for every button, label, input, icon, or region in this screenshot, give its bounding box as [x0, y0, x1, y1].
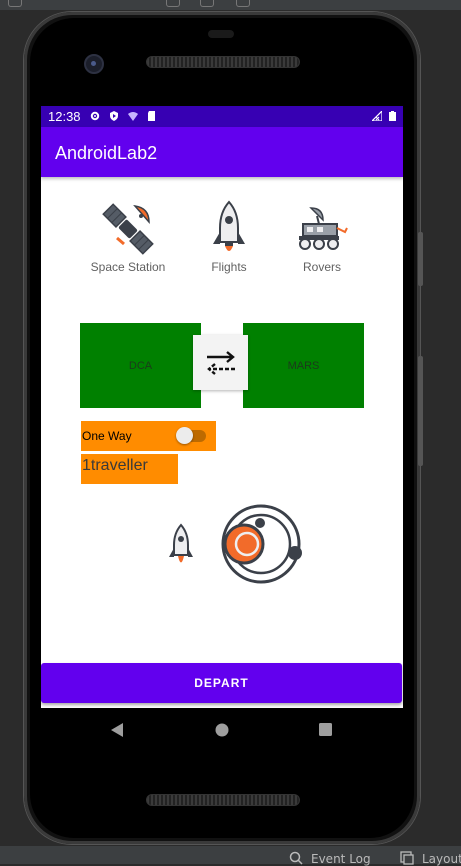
- origin-box[interactable]: DCA: [80, 323, 201, 408]
- category-label: Rovers: [302, 260, 341, 274]
- ide-toolbar-icon[interactable]: [8, 0, 22, 7]
- origin-code: DCA: [128, 359, 153, 372]
- shield-icon: [110, 111, 118, 121]
- switch-thumb: [176, 427, 193, 444]
- ide-toolbar-icon[interactable]: [166, 0, 180, 7]
- signal-icon: [372, 111, 382, 121]
- destination-box[interactable]: MARS: [243, 323, 364, 408]
- planet-orbit-icon: [221, 504, 302, 584]
- rocket-icon: [169, 523, 193, 563]
- rover-icon: [299, 207, 348, 250]
- wifi-icon: [128, 112, 138, 121]
- swap-arrows-icon: [206, 350, 235, 375]
- front-camera-icon: [84, 54, 104, 74]
- sd-card-icon: [148, 111, 155, 121]
- depart-label: DEPART: [194, 676, 249, 690]
- bottom-speaker-grille: [146, 794, 300, 806]
- ide-toolbar-icon[interactable]: [200, 0, 214, 7]
- rocket-icon: [213, 200, 245, 251]
- power-button[interactable]: [418, 232, 423, 286]
- recents-icon[interactable]: [319, 723, 332, 736]
- depart-button[interactable]: DEPART: [41, 663, 402, 703]
- volume-button[interactable]: [418, 356, 423, 466]
- swap-button[interactable]: [193, 335, 248, 390]
- top-speaker-grille: [146, 56, 300, 68]
- traveller-count: 1traveller: [82, 457, 148, 474]
- ide-toolbar-icon[interactable]: [236, 0, 250, 7]
- ide-toolbar: [0, 0, 461, 10]
- destination-code: MARS: [287, 359, 320, 372]
- search-icon[interactable]: [289, 851, 303, 865]
- app-title: AndroidLab2: [55, 143, 158, 163]
- category-label: Space Station: [90, 260, 166, 274]
- one-way-label: One Way: [82, 429, 132, 443]
- ide-status-bar: Event Log Layout: [0, 846, 461, 866]
- app-bar: AndroidLab2: [41, 127, 403, 177]
- earpiece: [208, 30, 234, 38]
- layout-inspector-icon[interactable]: [400, 851, 414, 865]
- category-rovers[interactable]: Rovers: [267, 198, 377, 274]
- settings-icon: [90, 111, 100, 121]
- battery-icon: [389, 111, 396, 121]
- home-icon[interactable]: [215, 723, 229, 737]
- system-nav-bar: [41, 708, 403, 752]
- app-screen: 12:38 AndroidLab2 Space Station Flights …: [41, 106, 403, 708]
- one-way-switch[interactable]: [176, 427, 206, 444]
- traveller-field[interactable]: 1traveller: [81, 454, 178, 484]
- one-way-row: One Way: [81, 421, 216, 451]
- status-time: 12:38: [48, 109, 81, 124]
- back-icon[interactable]: [110, 722, 124, 738]
- status-bar: 12:38: [41, 106, 403, 127]
- category-space-station[interactable]: Space Station: [73, 198, 183, 274]
- satellite-icon: [102, 203, 154, 255]
